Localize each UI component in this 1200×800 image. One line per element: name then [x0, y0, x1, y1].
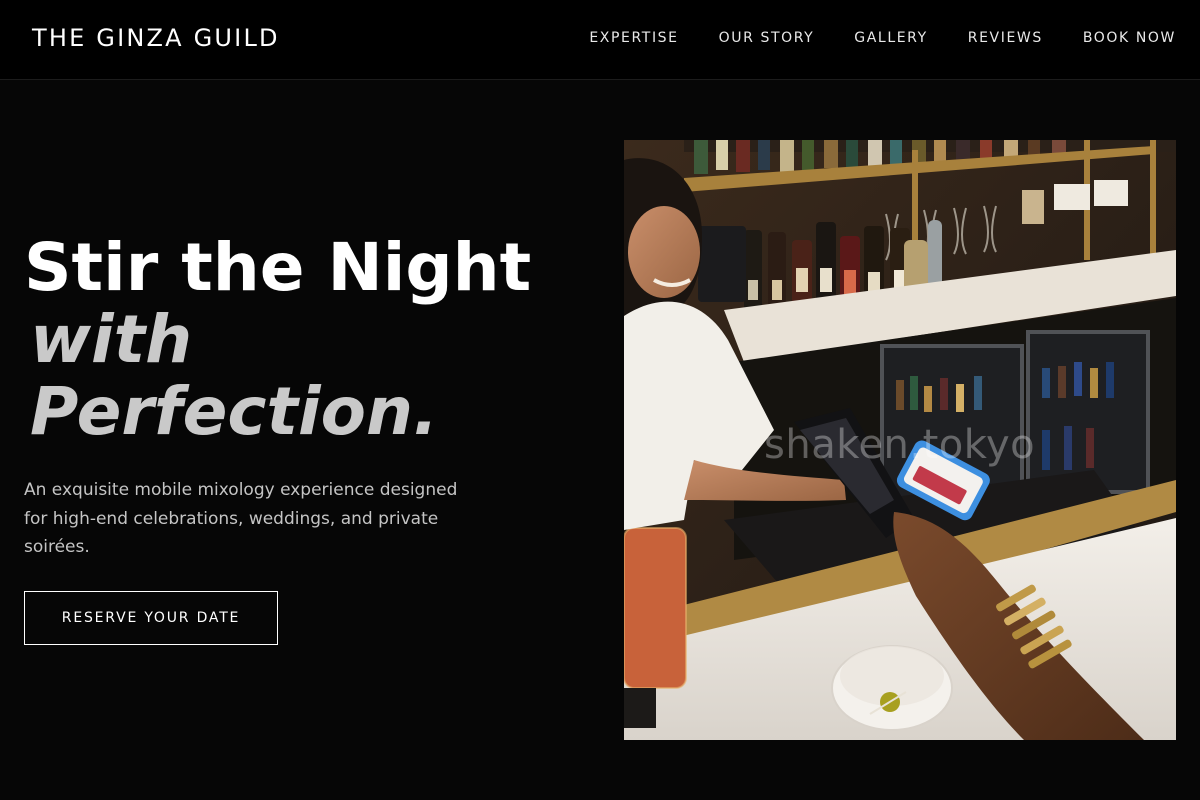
hero-title-line2: with: [30, 301, 193, 378]
hero-title-line1: Stir the Night: [24, 229, 532, 306]
nav-link-gallery[interactable]: GALLERY: [854, 30, 927, 46]
hero-description: An exquisite mobile mixology experience …: [24, 480, 458, 557]
site-header: THE GINZA GUILD EXPERTISE OUR STORY GALL…: [0, 0, 1200, 80]
hero-title-line3: Perfection.: [30, 373, 439, 450]
nav-link-reviews[interactable]: REVIEWS: [968, 30, 1043, 46]
hero-photo: shaken.tokyo: [624, 140, 1176, 740]
photo-watermark: shaken.tokyo: [764, 422, 1036, 468]
hero-title: Stir the Night with Perfection.: [24, 232, 531, 448]
nav-link-book-now[interactable]: BOOK NOW: [1083, 30, 1176, 46]
brand-logo[interactable]: THE GINZA GUILD: [32, 24, 280, 52]
nav-link-our-story[interactable]: OUR STORY: [719, 30, 815, 46]
reserve-date-button[interactable]: RESERVE YOUR DATE: [24, 591, 278, 645]
main-nav: EXPERTISE OUR STORY GALLERY REVIEWS BOOK…: [589, 30, 1176, 46]
nav-link-expertise[interactable]: EXPERTISE: [589, 30, 678, 46]
